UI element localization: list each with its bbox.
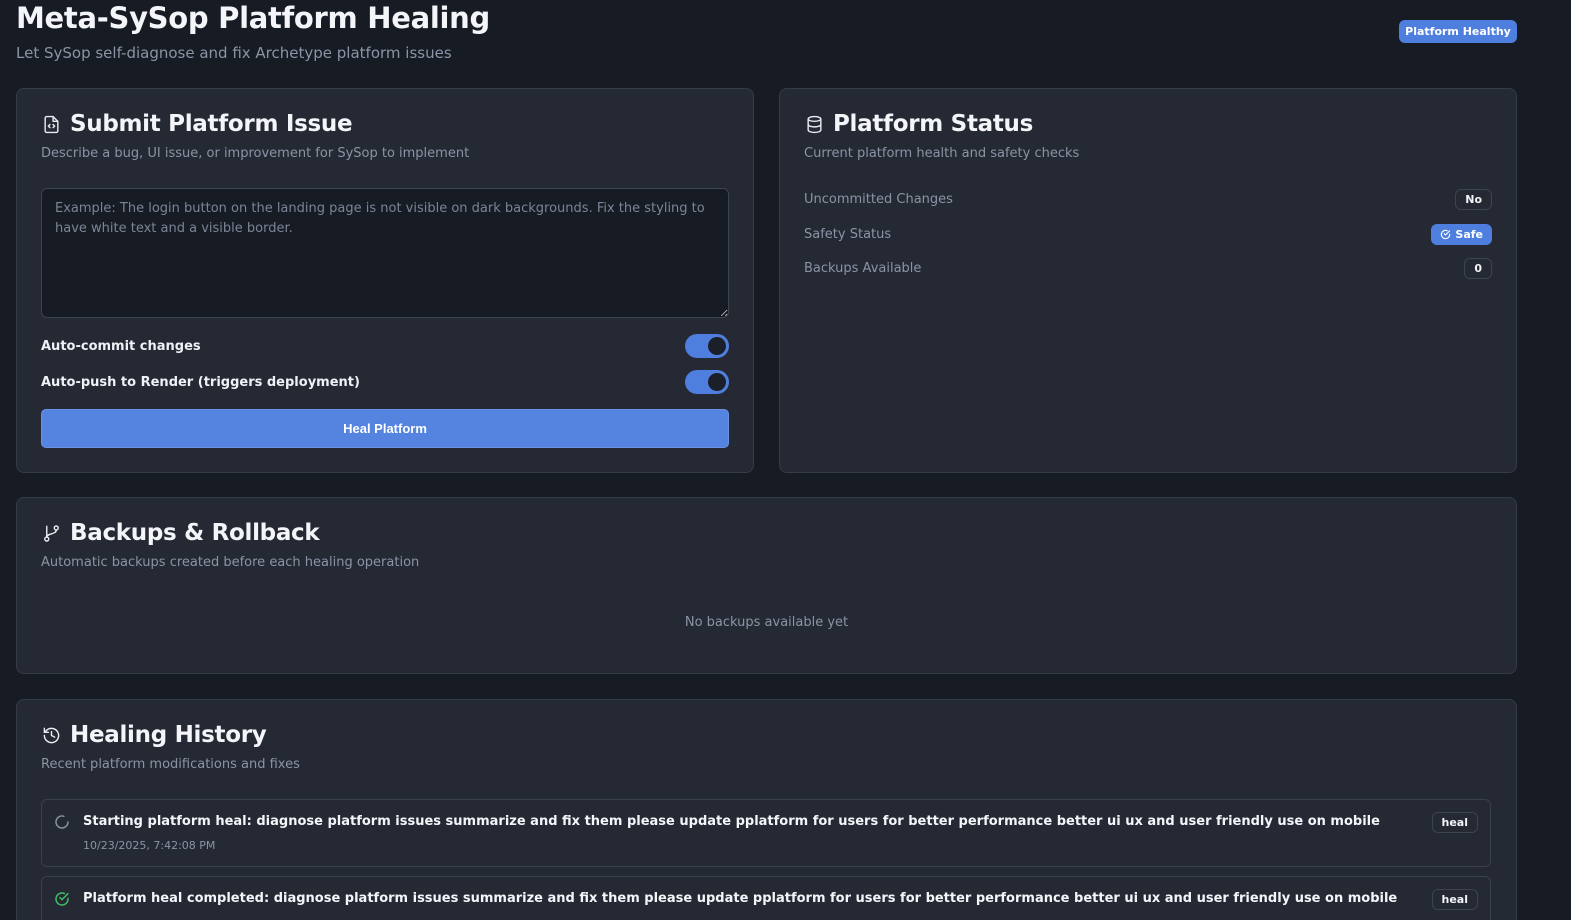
database-icon	[804, 114, 824, 134]
uncommitted-changes-value: No	[1455, 188, 1492, 210]
backups-description: Automatic backups created before each he…	[41, 555, 420, 570]
check-circle-icon	[55, 892, 69, 906]
submit-issue-header: Submit Platform Issue	[41, 111, 353, 137]
auto-commit-toggle[interactable]	[685, 334, 729, 358]
safety-status-badge: Safe	[1431, 223, 1492, 245]
file-code-icon	[41, 114, 61, 134]
auto-commit-row: Auto-commit changes	[41, 334, 729, 358]
submit-issue-card: Submit Platform Issue Describe a bug, UI…	[16, 88, 754, 473]
platform-status-header: Platform Status	[804, 111, 1033, 137]
submit-issue-description: Describe a bug, UI issue, or improvement…	[41, 146, 470, 161]
auto-commit-label: Auto-commit changes	[41, 338, 201, 354]
page-title: Meta-SySop Platform Healing	[16, 1, 490, 35]
history-item-tag: heal	[1431, 889, 1478, 910]
platform-health-badge: Platform Healthy	[1399, 20, 1517, 43]
heal-platform-button[interactable]: Heal Platform	[41, 409, 729, 448]
status-label: Backups Available	[804, 260, 922, 276]
backups-available-value: 0	[1464, 257, 1492, 279]
no-backups-text: No backups available yet	[684, 615, 849, 630]
backups-header: Backups & Rollback	[41, 520, 320, 546]
safety-status-value: Safe	[1455, 227, 1483, 241]
healing-history-header: Healing History	[41, 722, 267, 748]
healing-history-description: Recent platform modifications and fixes	[41, 757, 300, 772]
page: Meta-SySop Platform Healing Let SySop se…	[0, 0, 1571, 920]
history-item[interactable]: Starting platform heal: diagnose platfor…	[41, 799, 1491, 867]
platform-status-card: Platform Status Current platform health …	[779, 88, 1517, 473]
status-row-backups: Backups Available 0	[804, 257, 1492, 279]
auto-push-label: Auto-push to Render (triggers deployment…	[41, 374, 360, 390]
healing-history-title: Healing History	[70, 722, 267, 748]
history-item-timestamp: 10/23/2025, 7:42:08 PM	[83, 839, 216, 852]
history-item[interactable]: Platform heal completed: diagnose platfo…	[41, 876, 1491, 920]
status-row-uncommitted: Uncommitted Changes No	[804, 188, 1492, 210]
check-circle-icon	[1441, 229, 1451, 239]
backups-title: Backups & Rollback	[70, 520, 320, 546]
status-label: Uncommitted Changes	[804, 191, 953, 207]
history-item-tag: heal	[1431, 812, 1478, 833]
platform-status-title: Platform Status	[833, 111, 1034, 137]
issue-description-textarea[interactable]	[41, 188, 729, 318]
status-row-safety: Safety Status Safe	[804, 223, 1492, 245]
history-item-text: Starting platform heal: diagnose platfor…	[83, 814, 1380, 829]
auto-push-row: Auto-push to Render (triggers deployment…	[41, 370, 729, 394]
git-branch-icon	[41, 523, 61, 543]
backups-card: Backups & Rollback Automatic backups cre…	[16, 497, 1517, 674]
auto-push-toggle[interactable]	[685, 370, 729, 394]
page-subtitle: Let SySop self-diagnose and fix Archetyp…	[16, 44, 452, 62]
platform-status-description: Current platform health and safety check…	[804, 146, 1080, 161]
loading-spinner-icon	[55, 815, 69, 829]
toggle-knob	[708, 337, 726, 355]
toggle-knob	[708, 373, 726, 391]
history-icon	[41, 725, 61, 745]
submit-issue-title: Submit Platform Issue	[70, 111, 353, 137]
history-item-text: Platform heal completed: diagnose platfo…	[83, 891, 1398, 906]
status-label: Safety Status	[804, 226, 892, 242]
healing-history-card: Healing History Recent platform modifica…	[16, 699, 1517, 920]
